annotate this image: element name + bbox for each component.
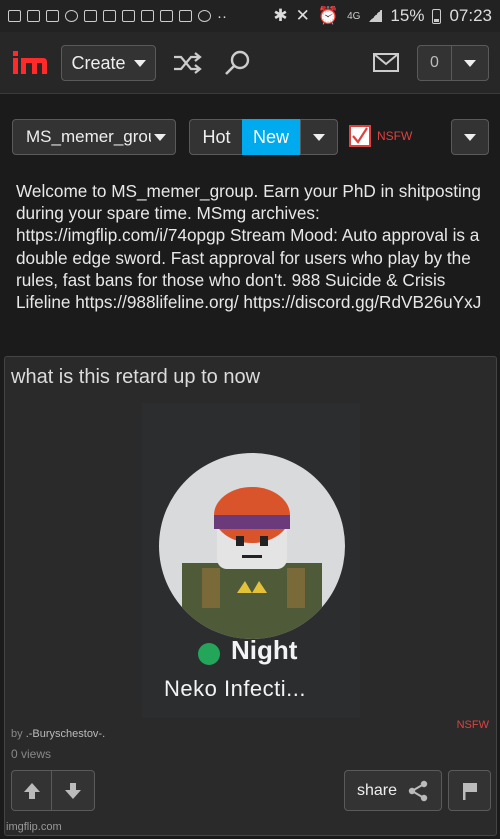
status-bar: ·· ✱ ✕ ⏰ 4G 15% 07:23 bbox=[0, 0, 500, 32]
share-button[interactable]: share bbox=[344, 770, 442, 811]
post-author-line: by .-Buryschestov-. bbox=[11, 728, 105, 740]
app-icon bbox=[65, 10, 78, 22]
gift-icon bbox=[27, 10, 40, 22]
shuffle-icon[interactable] bbox=[172, 49, 202, 77]
stream-header: MS_memer_group Hot New NSFW Welcome to M… bbox=[0, 95, 500, 355]
create-label: Create bbox=[71, 52, 126, 73]
arrow-down-icon bbox=[65, 782, 81, 799]
downvote-button[interactable] bbox=[51, 770, 95, 811]
sort-hot-button[interactable]: Hot bbox=[189, 119, 243, 155]
do-not-disturb-icon bbox=[198, 10, 211, 22]
post-title[interactable]: what is this retard up to now bbox=[11, 366, 260, 389]
create-button[interactable]: Create bbox=[61, 45, 156, 81]
checkmark-icon bbox=[352, 127, 368, 144]
by-label: by bbox=[11, 728, 23, 740]
stream-select[interactable]: MS_memer_group bbox=[12, 119, 176, 155]
avatar-username: Night bbox=[231, 635, 298, 665]
chevron-down-icon bbox=[133, 59, 146, 67]
battery-percent: 15% bbox=[390, 6, 425, 25]
battery-icon bbox=[432, 8, 442, 24]
avatar-status: Neko Infecti... bbox=[164, 676, 307, 701]
mail-icon bbox=[103, 10, 116, 22]
flag-icon bbox=[462, 782, 477, 800]
mail-icon bbox=[84, 10, 97, 22]
top-navigation: Create 0 bbox=[0, 32, 500, 94]
clock: 07:23 bbox=[449, 6, 492, 25]
stream-options-dropdown[interactable] bbox=[451, 119, 489, 155]
mail-icon[interactable] bbox=[372, 52, 400, 74]
share-label: share bbox=[356, 781, 398, 799]
chevron-down-icon bbox=[313, 133, 325, 141]
nsfw-label: NSFW bbox=[377, 129, 413, 143]
stream-name: MS_memer_group bbox=[26, 127, 151, 146]
post-author[interactable]: .-Buryschestov-. bbox=[26, 728, 105, 740]
stream-description: Welcome to MS_memer_group. Earn your PhD… bbox=[16, 181, 482, 313]
notification-dropdown-button[interactable] bbox=[451, 45, 489, 81]
network-type: 4G bbox=[347, 10, 361, 22]
alarm-icon: ⏰ bbox=[317, 6, 340, 25]
site-footer[interactable]: imgflip.com bbox=[6, 821, 62, 833]
notification-icons: ·· bbox=[8, 8, 227, 25]
arrow-up-icon bbox=[23, 782, 40, 799]
flipboard-icon bbox=[160, 10, 173, 22]
sort-new-button[interactable]: New bbox=[242, 119, 300, 155]
post-card: what is this retard up to now Night Neko… bbox=[4, 356, 497, 836]
post-image[interactable]: Night Neko Infecti... bbox=[142, 403, 360, 718]
nsfw-checkbox[interactable] bbox=[349, 125, 371, 147]
share-icon bbox=[408, 780, 428, 801]
bluetooth-icon: ✱ bbox=[273, 6, 288, 25]
notification-count[interactable]: 0 bbox=[417, 45, 451, 81]
chevron-down-icon bbox=[464, 59, 476, 67]
mute-icon: ✕ bbox=[295, 6, 310, 25]
signal-icon bbox=[368, 10, 383, 22]
chevron-down-icon bbox=[154, 134, 166, 141]
upvote-button[interactable] bbox=[11, 770, 51, 811]
avatar-picture bbox=[159, 453, 345, 665]
search-icon[interactable] bbox=[223, 49, 253, 77]
chevron-down-icon bbox=[464, 133, 476, 141]
more-icon: ·· bbox=[217, 7, 227, 25]
post-views: 0 views bbox=[11, 747, 52, 761]
gift-icon bbox=[46, 10, 59, 22]
laptop-icon bbox=[179, 10, 192, 22]
imgflip-logo[interactable] bbox=[12, 48, 48, 76]
bag-icon bbox=[122, 10, 135, 22]
post-nsfw-badge: NSFW bbox=[456, 719, 489, 731]
sort-dropdown-button[interactable] bbox=[300, 119, 338, 155]
notification-icon bbox=[8, 10, 21, 22]
flag-button[interactable] bbox=[448, 770, 491, 811]
image-icon bbox=[141, 10, 154, 22]
